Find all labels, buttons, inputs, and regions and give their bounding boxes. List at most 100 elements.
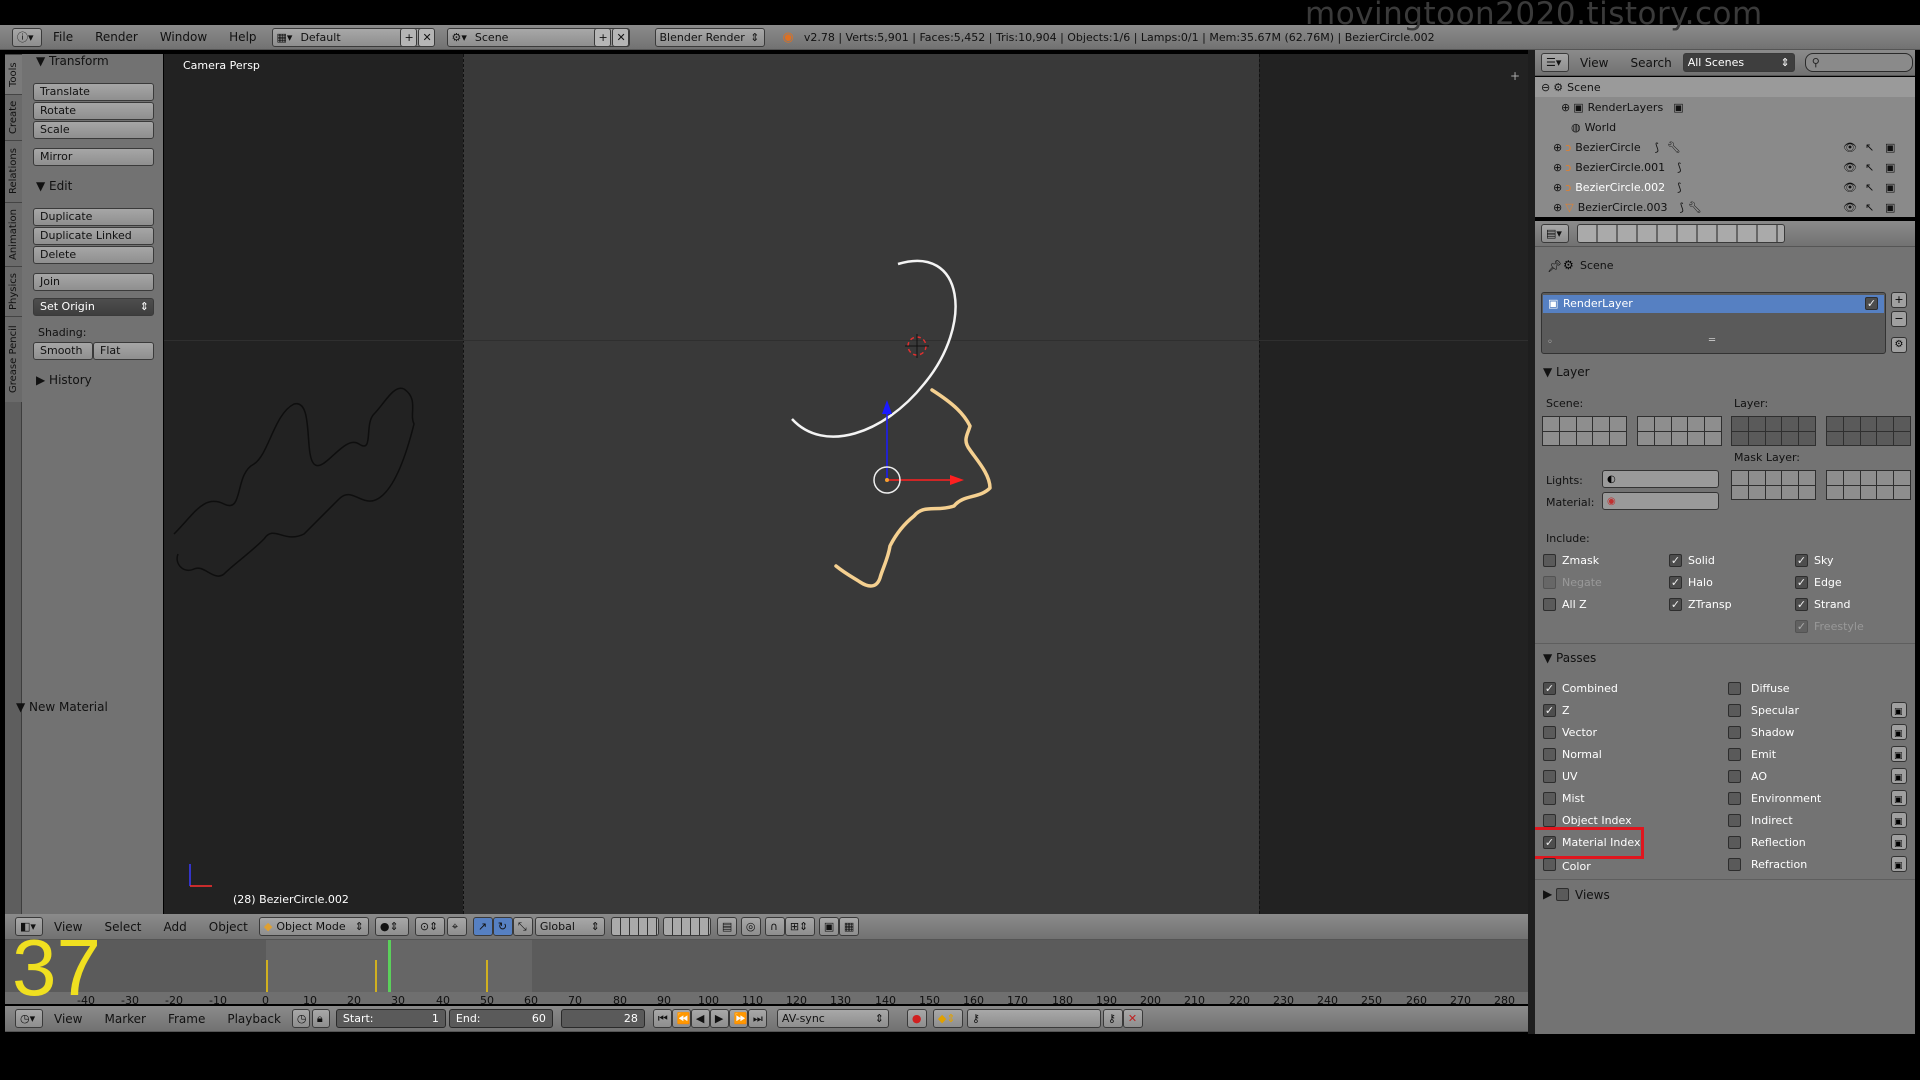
rotate-button[interactable]: Rotate xyxy=(33,102,154,120)
sky-checkbox[interactable]: ✓ xyxy=(1795,554,1808,567)
filter-icon[interactable]: ◦ xyxy=(1547,337,1553,348)
outliner-row-beziercircle-003[interactable]: ⊕ ▽ BezierCircle.003 ⟆ 🔧︎ 👁︎ ↖ ▣ xyxy=(1535,197,1915,217)
freestyle-checkbox[interactable]: ✓ xyxy=(1795,620,1808,633)
tab-tools[interactable]: Tools xyxy=(5,54,22,94)
halo-checkbox[interactable]: ✓ xyxy=(1669,576,1682,589)
mask-layer-grid-a[interactable] xyxy=(1731,470,1816,500)
layer-grid-a[interactable] xyxy=(1731,416,1816,446)
transform-panel-header[interactable]: ▼ Transform xyxy=(36,54,109,68)
menu-playback[interactable]: Playback xyxy=(216,1012,292,1026)
editor-type-properties-button[interactable]: ▤▾ xyxy=(1541,224,1569,243)
add-scene-button[interactable]: + xyxy=(593,27,611,47)
transform-orientation-dropdown[interactable]: Global ⇕ xyxy=(534,917,605,936)
set-origin-dropdown[interactable]: Set Origin ⇕ xyxy=(33,298,154,316)
end-frame-field[interactable]: End: 60 xyxy=(448,1009,553,1028)
outliner-row-beziercircle-002[interactable]: ⊕ ↄ BezierCircle.002 ⟆ 👁︎ ↖ ▣ xyxy=(1535,177,1915,197)
eye-icon[interactable]: 👁︎ xyxy=(1843,181,1857,194)
snap-toggle[interactable]: ∩ xyxy=(764,917,785,936)
join-button[interactable]: Join xyxy=(33,273,154,291)
outliner-row-renderlayers[interactable]: ⊕ ▣ RenderLayers ▣ xyxy=(1535,97,1915,117)
render-engine-dropdown[interactable]: Blender Render ⇕ xyxy=(654,27,765,47)
menu-search[interactable]: Search xyxy=(1619,56,1682,70)
pin-icon[interactable]: 📌︎ xyxy=(1547,259,1562,273)
render-layer-specials-button[interactable]: ⚙ xyxy=(1891,337,1907,353)
viewport-shading-dropdown[interactable]: ●⇕ xyxy=(374,917,409,936)
negate-checkbox[interactable] xyxy=(1543,576,1556,589)
all-z-checkbox[interactable] xyxy=(1543,598,1556,611)
display-mode-dropdown[interactable]: All Scenes ⇕ xyxy=(1682,53,1795,72)
render-layer-enable-checkbox[interactable]: ✓ xyxy=(1865,297,1878,310)
auto-keying-toggle[interactable]: ● xyxy=(906,1009,927,1028)
mist-pass-checkbox[interactable] xyxy=(1543,792,1556,805)
cursor-icon[interactable]: ↖ xyxy=(1865,141,1874,154)
exclude-specular-pass-button[interactable]: ▣ xyxy=(1891,702,1907,718)
duplicate-linked-button[interactable]: Duplicate Linked xyxy=(33,227,154,245)
ao-pass-checkbox[interactable] xyxy=(1728,770,1741,783)
add-render-layer-button[interactable]: + xyxy=(1891,292,1907,308)
indirect-pass-checkbox[interactable] xyxy=(1728,814,1741,827)
mode-dropdown[interactable]: ◆ Object Mode ⇕ xyxy=(258,917,369,936)
render-icon[interactable]: ▣ xyxy=(1885,181,1895,194)
next-keyframe-button[interactable]: ⏩ xyxy=(728,1009,748,1028)
remove-scene-button[interactable]: ✕ xyxy=(611,27,629,47)
cursor-icon[interactable]: ↖ xyxy=(1865,181,1874,194)
lock-layers-toggle[interactable]: ▤ xyxy=(716,917,737,936)
specular-pass-checkbox[interactable] xyxy=(1728,704,1741,717)
refraction-pass-checkbox[interactable] xyxy=(1728,858,1741,871)
play-button[interactable]: ▶ xyxy=(709,1009,729,1028)
pivot-point-dropdown[interactable]: ⊙⇕ xyxy=(414,917,445,936)
passes-panel-header[interactable]: ▼ Passes xyxy=(1543,651,1596,665)
active-keying-set-field[interactable]: ⚷ xyxy=(966,1009,1101,1028)
duplicate-button[interactable]: Duplicate xyxy=(33,208,154,226)
tab-create[interactable]: Create xyxy=(5,94,22,140)
exclude-indirect-pass-button[interactable]: ▣ xyxy=(1891,812,1907,828)
shade-smooth-button[interactable]: Smooth xyxy=(33,342,93,360)
menu-help[interactable]: Help xyxy=(218,30,267,44)
editor-type-info-button[interactable]: ⓘ▾ xyxy=(12,27,42,47)
edge-checkbox[interactable]: ✓ xyxy=(1795,576,1808,589)
menu-view[interactable]: View xyxy=(43,1012,93,1026)
play-reverse-button[interactable]: ◀ xyxy=(690,1009,710,1028)
eye-icon[interactable]: 👁︎ xyxy=(1843,201,1857,214)
scene-layers-grid-2[interactable] xyxy=(662,917,711,936)
diffuse-pass-checkbox[interactable] xyxy=(1728,682,1741,695)
material-field[interactable]: ◉ xyxy=(1602,492,1719,510)
menu-select[interactable]: Select xyxy=(93,920,152,934)
shade-flat-button[interactable]: Flat xyxy=(93,342,154,360)
eye-icon[interactable]: 👁︎ xyxy=(1843,161,1857,174)
layer-grid-b[interactable] xyxy=(1826,416,1911,446)
translate-button[interactable]: Translate xyxy=(33,83,154,101)
rotate-manipulator-toggle[interactable]: ↻ xyxy=(492,917,513,936)
timeline-area[interactable] xyxy=(5,940,1528,1004)
eye-icon[interactable]: 👁︎ xyxy=(1843,141,1857,154)
tab-grease-pencil[interactable]: Grease Pencil xyxy=(5,316,22,402)
sync-mode-dropdown[interactable]: AV-sync ⇕ xyxy=(776,1009,889,1028)
insert-keyframe-button[interactable]: ⚷ xyxy=(1102,1009,1123,1028)
exclude-ao-pass-button[interactable]: ▣ xyxy=(1891,768,1907,784)
tab-animation[interactable]: Animation xyxy=(5,202,22,266)
cursor-icon[interactable]: ↖ xyxy=(1865,201,1874,214)
environment-pass-checkbox[interactable] xyxy=(1728,792,1741,805)
edit-panel-header[interactable]: ▼ Edit xyxy=(36,179,72,193)
properties-context-tabs[interactable] xyxy=(1577,224,1785,243)
opengl-render-button[interactable]: ▣ xyxy=(818,917,839,936)
ztransp-checkbox[interactable]: ✓ xyxy=(1669,598,1682,611)
object-index-pass-checkbox[interactable] xyxy=(1543,814,1556,827)
zmask-checkbox[interactable] xyxy=(1543,554,1556,567)
remove-layout-button[interactable]: ✕ xyxy=(417,27,435,47)
delete-button[interactable]: Delete xyxy=(33,246,154,264)
remove-render-layer-button[interactable]: − xyxy=(1891,311,1907,327)
3d-viewport[interactable]: Camera Persp (28) BezierCircle.002 + xyxy=(164,54,1528,914)
jump-end-button[interactable]: ⏭ xyxy=(747,1009,767,1028)
keying-set-toggle[interactable]: ◆⇕ xyxy=(932,1009,963,1028)
layer-panel-header[interactable]: ▼ Layer xyxy=(1543,365,1590,379)
prev-keyframe-button[interactable]: ⏪ xyxy=(671,1009,691,1028)
exclude-shadow-pass-button[interactable]: ▣ xyxy=(1891,724,1907,740)
outliner-search-input[interactable]: ⚲ xyxy=(1804,53,1913,72)
add-layout-button[interactable]: + xyxy=(399,27,417,47)
combined-pass-checkbox[interactable]: ✓ xyxy=(1543,682,1556,695)
menu-render[interactable]: Render xyxy=(84,30,149,44)
vector-pass-checkbox[interactable] xyxy=(1543,726,1556,739)
menu-add[interactable]: Add xyxy=(153,920,198,934)
menu-object[interactable]: Object xyxy=(198,920,259,934)
